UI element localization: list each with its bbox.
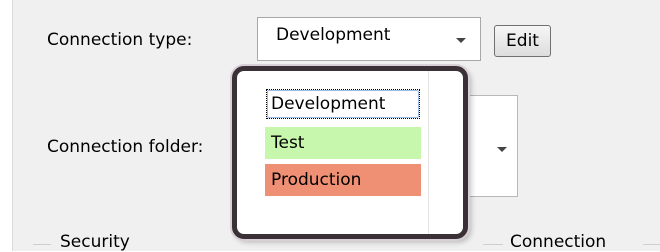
security-group-label: Security (60, 232, 130, 252)
option-test[interactable]: Test (265, 127, 421, 159)
connection-group-border-right (643, 244, 660, 245)
connection-group-border (483, 244, 503, 245)
dropdown-scroll-track (428, 71, 429, 234)
connection-folder-label: Connection folder: (47, 137, 204, 157)
security-group-border (33, 244, 51, 245)
connection-group-label: Connection (510, 232, 607, 252)
connection-type-label: Connection type: (47, 30, 193, 50)
connection-type-dropdown-list: Development Test Production (232, 66, 468, 239)
connection-type-select[interactable]: Development (257, 17, 481, 61)
connection-type-value: Development (276, 25, 391, 45)
folder-chevron-down-icon[interactable] (497, 147, 507, 152)
edit-button[interactable]: Edit (494, 25, 551, 57)
chevron-down-icon[interactable] (440, 18, 480, 60)
option-development[interactable]: Development (265, 88, 421, 120)
option-production[interactable]: Production (265, 164, 421, 196)
